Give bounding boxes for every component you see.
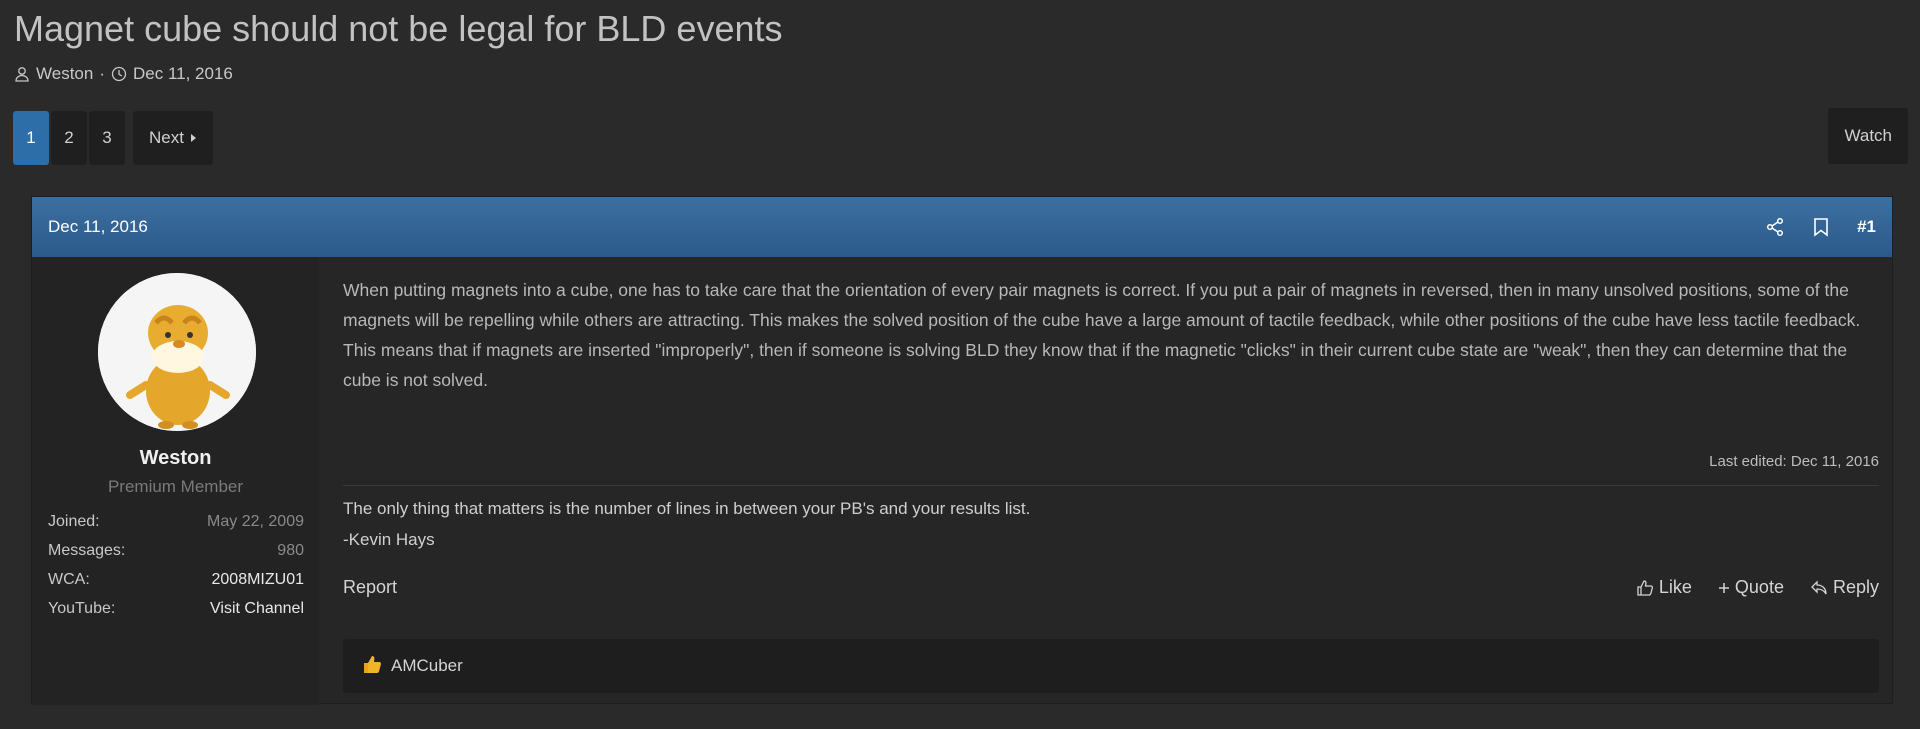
- page-2-button[interactable]: 2: [51, 111, 87, 165]
- user-stats: Joined: May 22, 2009 Messages: 980 WCA: …: [48, 507, 304, 623]
- stat-value: May 22, 2009: [207, 512, 304, 530]
- wca-id-link[interactable]: 2008MIZU01: [212, 571, 305, 589]
- avatar[interactable]: [98, 273, 256, 431]
- user-icon: [14, 66, 30, 82]
- like-button[interactable]: Like: [1636, 577, 1692, 598]
- post-actions-right: Like Quote Reply: [1636, 577, 1879, 598]
- thread-author-link[interactable]: Weston: [36, 64, 93, 84]
- report-button[interactable]: Report: [343, 577, 1636, 598]
- reply-label: Reply: [1832, 577, 1879, 597]
- bookmark-icon[interactable]: [1813, 217, 1829, 237]
- like-label: Like: [1658, 577, 1692, 597]
- stat-messages: Messages: 980: [48, 536, 304, 565]
- username-link[interactable]: Weston: [32, 447, 319, 470]
- meta-separator: ·: [99, 64, 105, 83]
- thumbs-up-icon: [1636, 579, 1654, 597]
- post-header-actions: #1: [1765, 217, 1876, 237]
- post-actions: Report Like Quote Reply: [343, 577, 1879, 598]
- share-icon[interactable]: [1765, 217, 1785, 237]
- clock-icon: [111, 66, 127, 82]
- last-edited: Last edited: Dec 11, 2016: [1709, 453, 1879, 470]
- reaction-user-link[interactable]: AMCuber: [391, 656, 463, 676]
- stat-label: WCA:: [48, 570, 90, 588]
- post-number-link[interactable]: #1: [1857, 217, 1876, 237]
- quote-button[interactable]: Quote: [1718, 577, 1784, 598]
- reply-icon: [1810, 579, 1828, 596]
- next-page-button[interactable]: Next: [133, 111, 213, 165]
- stat-value: 980: [277, 541, 304, 559]
- watch-button[interactable]: Watch: [1828, 108, 1908, 164]
- post-date-link[interactable]: Dec 11, 2016: [48, 217, 1765, 237]
- page-3-button[interactable]: 3: [89, 111, 125, 165]
- post-body: Weston Premium Member Joined: May 22, 20…: [32, 257, 1892, 705]
- next-label: Next: [149, 128, 184, 147]
- thread-date-link[interactable]: Dec 11, 2016: [133, 64, 233, 84]
- signature: The only thing that matters is the numbe…: [343, 493, 1843, 555]
- post-content: When putting magnets into a cube, one ha…: [319, 257, 1894, 705]
- pagination: 1 2 3 Next: [13, 111, 213, 165]
- stat-label: Messages:: [48, 541, 126, 559]
- page-1-button[interactable]: 1: [13, 111, 49, 165]
- user-title: Premium Member: [107, 477, 244, 496]
- post-message: When putting magnets into a cube, one ha…: [343, 280, 1861, 390]
- thread-meta: Weston · Dec 11, 2016: [14, 64, 233, 84]
- stat-label: Joined:: [48, 512, 100, 530]
- post-header: Dec 11, 2016 #1: [32, 197, 1892, 257]
- thread-title: Magnet cube should not be legal for BLD …: [14, 8, 783, 49]
- stat-joined: Joined: May 22, 2009: [48, 507, 304, 536]
- caret-right-icon: [190, 128, 197, 148]
- stat-youtube: YouTube: Visit Channel: [48, 594, 304, 623]
- youtube-channel-link[interactable]: Visit Channel: [210, 600, 304, 618]
- signature-line: The only thing that matters is the numbe…: [343, 499, 1031, 518]
- stat-wca: WCA: 2008MIZU01: [48, 565, 304, 594]
- reactions-bar: AMCuber: [343, 639, 1879, 693]
- stat-label: YouTube:: [48, 599, 116, 617]
- signature-divider: [343, 485, 1879, 486]
- signature-line: -Kevin Hays: [343, 530, 435, 549]
- post: Dec 11, 2016 #1 Weston Premium Member Jo…: [31, 196, 1893, 705]
- like-reaction-icon: [361, 653, 383, 680]
- quote-label: Quote: [1734, 577, 1784, 597]
- user-info-panel: Weston Premium Member Joined: May 22, 20…: [32, 257, 319, 705]
- plus-icon: [1718, 582, 1730, 594]
- reply-button[interactable]: Reply: [1810, 577, 1879, 598]
- forum-thread-page: Magnet cube should not be legal for BLD …: [0, 0, 1920, 729]
